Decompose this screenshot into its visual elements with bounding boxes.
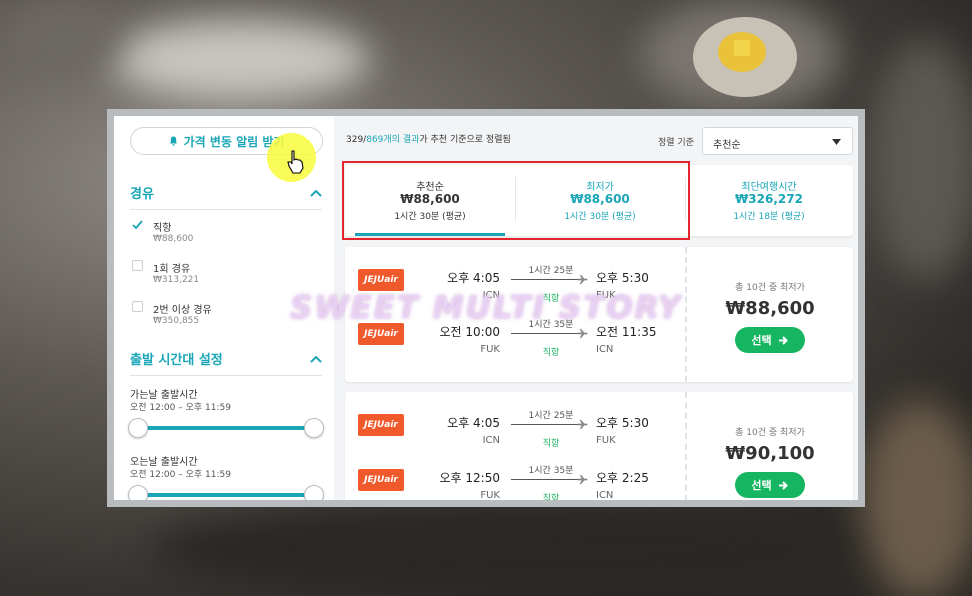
select-button-label: 선택 bbox=[751, 334, 772, 347]
flight-price: ₩88,600 bbox=[725, 298, 815, 319]
sort-value: 추천순 bbox=[713, 140, 741, 151]
airline-logo: JEJUair bbox=[358, 414, 404, 436]
caret-down-icon bbox=[832, 139, 841, 145]
sort-label: 정렬 기준 bbox=[658, 138, 694, 148]
slider-handle-start[interactable] bbox=[128, 485, 148, 500]
outbound-time-label: 가는날 출발시간 bbox=[130, 390, 198, 401]
stops-option-label: 직항 bbox=[153, 223, 172, 234]
airline-logo: JEJUair bbox=[358, 469, 404, 491]
stops-option-price: ₩88,600 bbox=[153, 234, 194, 244]
engine-parts bbox=[860, 400, 972, 596]
tab-duration: 1시간 18분 (평균) bbox=[733, 212, 805, 222]
arrival-airport: ICN bbox=[596, 344, 614, 355]
chevron-up-icon[interactable] bbox=[310, 355, 322, 363]
departure-airport: FUK bbox=[480, 490, 500, 500]
flight-price: ₩90,100 bbox=[725, 443, 815, 464]
return-time-label: 오는날 출발시간 bbox=[130, 457, 198, 468]
outbound-time-slider[interactable] bbox=[138, 426, 314, 430]
flight-leg-return: JEJUair 오후 12:50 FUK 1시간 35분 직항 오후 2:25 … bbox=[345, 463, 685, 500]
departure-section-header[interactable]: 출발 시간대 설정 bbox=[130, 349, 322, 376]
results-suffix: 가 추천 기준으로 정렬됨 bbox=[419, 135, 511, 145]
flight-type: 직항 bbox=[542, 348, 560, 358]
airplane-icon bbox=[577, 474, 588, 485]
propeller-blade bbox=[110, 20, 370, 100]
tab-price: ₩326,272 bbox=[735, 192, 803, 206]
watermark-text: SWEET MULTI STORY bbox=[290, 290, 683, 326]
departure-airport: FUK bbox=[480, 344, 500, 355]
departure-heading: 출발 시간대 설정 bbox=[130, 353, 223, 368]
flight-leg-outbound: JEJUair 오후 4:05 ICN 1시간 25분 직항 오후 5:30 F… bbox=[345, 408, 685, 462]
departure-time: 오후 12:50 bbox=[439, 471, 500, 485]
stops-heading: 경유 bbox=[130, 187, 154, 202]
flight-card: JEJUair 오후 4:05 ICN 1시간 25분 직항 오후 5:30 F… bbox=[345, 392, 853, 500]
checkmark-icon bbox=[132, 220, 143, 230]
departure-airport: ICN bbox=[482, 435, 500, 446]
stops-option-price: ₩350,855 bbox=[153, 316, 200, 326]
flight-type: 직항 bbox=[542, 439, 560, 449]
stops-option-label: 1회 경유 bbox=[153, 264, 191, 275]
engine-base bbox=[150, 500, 850, 596]
arrow-right-icon bbox=[778, 335, 788, 345]
chevron-up-icon[interactable] bbox=[310, 189, 322, 197]
tab-title: 최단여행시간 bbox=[741, 182, 797, 193]
outbound-time-range: 오전 12:00 – 오후 11:59 bbox=[130, 403, 231, 413]
background-shape bbox=[0, 0, 120, 70]
airplane-icon bbox=[577, 328, 588, 339]
arrival-airport: FUK bbox=[596, 435, 616, 446]
arrival-time: 오후 5:30 bbox=[596, 416, 649, 430]
airplane-icon bbox=[577, 419, 588, 430]
route-line bbox=[511, 479, 579, 480]
arrival-time: 오후 2:25 bbox=[596, 471, 649, 485]
price-note: 총 10건 중 최저가 bbox=[735, 428, 805, 438]
stops-option-label: 2번 이상 경유 bbox=[153, 305, 212, 316]
tab-shortest[interactable]: 최단여행시간 ₩326,272 1시간 18분 (평균) bbox=[685, 165, 853, 236]
return-time-slider[interactable] bbox=[138, 493, 314, 497]
airline-logo: JEJUair bbox=[358, 323, 404, 345]
hand-cursor-icon bbox=[287, 150, 304, 174]
return-time-range: 오전 12:00 – 오후 11:59 bbox=[130, 470, 231, 480]
checkbox[interactable] bbox=[132, 301, 143, 312]
results-shown: 329/ bbox=[346, 135, 367, 145]
results-summary: 329/869개의 결과가 추천 기준으로 정렬됨 bbox=[346, 132, 511, 145]
route-line bbox=[511, 333, 579, 334]
bell-icon bbox=[169, 136, 177, 146]
select-button-label: 선택 bbox=[751, 479, 772, 492]
departure-time: 오후 4:05 bbox=[447, 271, 500, 285]
price-panel: 총 10건 중 최저가 ₩88,600 선택 bbox=[687, 280, 853, 353]
airline-logo: JEJUair bbox=[358, 269, 404, 291]
engine-cap bbox=[693, 17, 797, 97]
route-line bbox=[511, 279, 579, 280]
slider-handle-end[interactable] bbox=[304, 485, 324, 500]
slider-handle-end[interactable] bbox=[304, 418, 324, 438]
price-panel: 총 10건 중 최저가 ₩90,100 선택 bbox=[687, 425, 853, 498]
results-total-link[interactable]: 869개의 결과 bbox=[366, 135, 419, 145]
sort-dropdown[interactable]: 추천순 bbox=[702, 127, 853, 155]
arrival-time: 오후 5:30 bbox=[596, 271, 649, 285]
slider-handle-start[interactable] bbox=[128, 418, 148, 438]
arrow-right-icon bbox=[778, 480, 788, 490]
flight-type: 직항 bbox=[542, 494, 560, 500]
departure-time: 오후 4:05 bbox=[447, 416, 500, 430]
arrival-airport: ICN bbox=[596, 490, 614, 500]
route-line bbox=[511, 424, 579, 425]
price-note: 총 10건 중 최저가 bbox=[735, 283, 805, 293]
stops-option-price: ₩313,221 bbox=[153, 275, 200, 285]
select-button[interactable]: 선택 bbox=[735, 472, 805, 498]
checkbox[interactable] bbox=[132, 260, 143, 271]
airplane-icon bbox=[577, 274, 588, 285]
engine-housing bbox=[870, 40, 972, 280]
select-button[interactable]: 선택 bbox=[735, 327, 805, 353]
annotation-highlight-box bbox=[342, 161, 690, 240]
checkbox-checked[interactable] bbox=[132, 219, 143, 230]
stops-section-header[interactable]: 경유 bbox=[130, 183, 322, 210]
